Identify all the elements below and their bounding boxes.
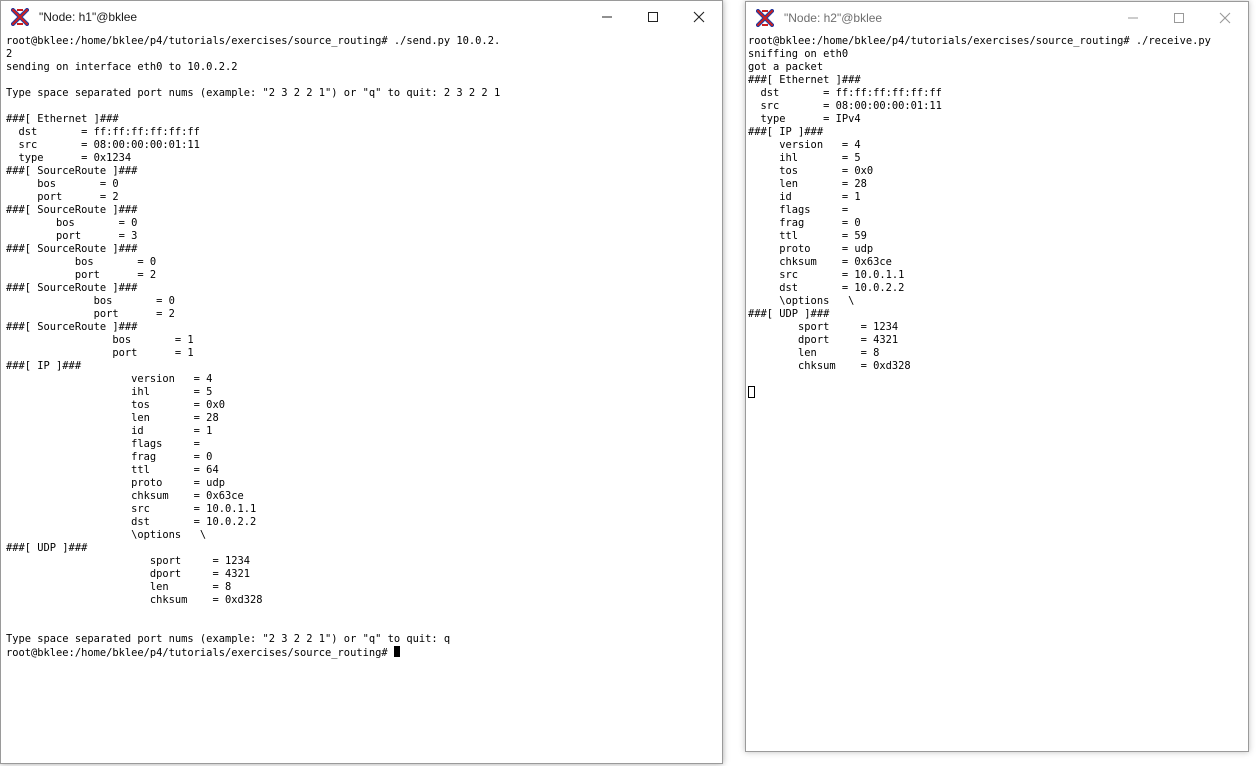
- terminal-line: chksum = 0x63ce: [748, 256, 892, 268]
- terminal-line: bos = 0: [6, 256, 157, 268]
- text-cursor: [748, 386, 755, 398]
- terminal-line: dport = 4321: [748, 334, 899, 346]
- window-controls: [584, 1, 722, 32]
- terminal-line: ihl = 5: [748, 152, 861, 164]
- terminal-line: ###[ SourceRoute ]###: [6, 282, 138, 294]
- terminal-line: root@bklee:/home/bklee/p4/tutorials/exer…: [6, 35, 501, 47]
- terminal-line: ###[ Ethernet ]###: [748, 74, 861, 86]
- terminal-line: port = 2: [6, 308, 175, 320]
- window-title: "Node: h2"@bklee: [784, 10, 883, 25]
- terminal-line: ###[ IP ]###: [6, 360, 82, 372]
- minimize-icon[interactable]: [1110, 2, 1156, 33]
- terminal-line: src = 10.0.1.1: [748, 269, 905, 281]
- terminal-line: got a packet: [748, 61, 824, 73]
- terminal-line: port = 2: [6, 191, 119, 203]
- text-cursor: [393, 646, 400, 657]
- terminal-line: proto = udp: [748, 243, 874, 255]
- terminal-output-h1[interactable]: root@bklee:/home/bklee/p4/tutorials/exer…: [6, 35, 720, 761]
- terminal-output-h2[interactable]: root@bklee:/home/bklee/p4/tutorials/exer…: [748, 35, 1246, 749]
- terminal-window-h1[interactable]: "Node: h1"@bklee root@bklee:/home/bklee/…: [0, 0, 723, 764]
- terminal-line: ttl = 59: [748, 230, 867, 242]
- window-controls: [1110, 2, 1248, 33]
- terminal-line: src = 08:00:00:00:01:11: [6, 139, 200, 151]
- terminal-line: len = 8: [6, 581, 232, 593]
- terminal-line: flags =: [6, 438, 200, 450]
- close-icon[interactable]: [676, 1, 722, 32]
- terminal-line: len = 8: [748, 347, 880, 359]
- terminal-line: dst = ff:ff:ff:ff:ff:ff: [748, 87, 942, 99]
- titlebar-h2[interactable]: "Node: h2"@bklee: [746, 2, 1248, 33]
- terminal-line: frag = 0: [748, 217, 861, 229]
- terminal-line: ###[ UDP ]###: [6, 542, 88, 554]
- terminal-line: bos = 1: [6, 334, 194, 346]
- terminal-line: bos = 0: [6, 295, 175, 307]
- terminal-line: len = 28: [6, 412, 219, 424]
- terminal-line: proto = udp: [6, 477, 225, 489]
- terminal-line: sniffing on eth0: [748, 48, 849, 60]
- terminal-line: version = 4: [6, 373, 213, 385]
- terminal-line: ihl = 5: [6, 386, 213, 398]
- titlebar-h1[interactable]: "Node: h1"@bklee: [1, 1, 722, 32]
- terminal-line: ###[ Ethernet ]###: [6, 113, 119, 125]
- terminal-line: ###[ IP ]###: [748, 126, 824, 138]
- terminal-line: tos = 0x0: [748, 165, 874, 177]
- terminal-line: len = 28: [748, 178, 867, 190]
- prompt-text: root@bklee:/home/bklee/p4/tutorials/exer…: [6, 647, 394, 659]
- terminal-line: chksum = 0x63ce: [6, 490, 244, 502]
- terminal-line: dst = ff:ff:ff:ff:ff:ff: [6, 126, 200, 138]
- terminal-line: chksum = 0xd328: [748, 360, 911, 372]
- terminal-line: ###[ SourceRoute ]###: [6, 321, 138, 333]
- terminal-line: frag = 0: [6, 451, 213, 463]
- terminal-line: port = 2: [6, 269, 157, 281]
- terminal-line: ttl = 64: [6, 464, 219, 476]
- terminal-line: \options \: [748, 295, 855, 307]
- terminal-line: type = 0x1234: [6, 152, 132, 164]
- terminal-line: ###[ SourceRoute ]###: [6, 204, 138, 216]
- xterm-icon: [755, 8, 775, 28]
- terminal-line: root@bklee:/home/bklee/p4/tutorials/exer…: [748, 35, 1211, 47]
- terminal-line: Type space separated port nums (example:…: [6, 87, 501, 99]
- terminal-line: 2: [6, 48, 13, 60]
- terminal-line: id = 1: [6, 425, 213, 437]
- terminal-line: Type space separated port nums (example:…: [6, 633, 451, 645]
- terminal-line: ###[ SourceRoute ]###: [6, 165, 138, 177]
- terminal-line: tos = 0x0: [6, 399, 225, 411]
- terminal-line: bos = 0: [6, 217, 138, 229]
- close-icon[interactable]: [1202, 2, 1248, 33]
- terminal-line: sport = 1234: [6, 555, 250, 567]
- terminal-line: flags =: [748, 204, 849, 216]
- terminal-line: \options \: [6, 529, 207, 541]
- terminal-line: src = 08:00:00:00:01:11: [748, 100, 942, 112]
- terminal-line: port = 1: [6, 347, 194, 359]
- terminal-line: dst = 10.0.2.2: [748, 282, 905, 294]
- terminal-line: dst = 10.0.2.2: [6, 516, 257, 528]
- terminal-line: version = 4: [748, 139, 861, 151]
- terminal-line: bos = 0: [6, 178, 119, 190]
- xterm-icon: [10, 7, 30, 27]
- terminal-line: ###[ UDP ]###: [748, 308, 830, 320]
- terminal-window-h2[interactable]: "Node: h2"@bklee root@bklee:/home/bklee/…: [745, 1, 1249, 752]
- cursor-line[interactable]: [748, 386, 1246, 399]
- minimize-icon[interactable]: [584, 1, 630, 32]
- terminal-line: ###[ SourceRoute ]###: [6, 243, 138, 255]
- maximize-icon[interactable]: [1156, 2, 1202, 33]
- terminal-line: src = 10.0.1.1: [6, 503, 257, 515]
- prompt-line[interactable]: root@bklee:/home/bklee/p4/tutorials/exer…: [6, 646, 720, 659]
- maximize-icon[interactable]: [630, 1, 676, 32]
- terminal-line: chksum = 0xd328: [6, 594, 263, 606]
- terminal-line: id = 1: [748, 191, 861, 203]
- terminal-line: port = 3: [6, 230, 138, 242]
- terminal-line: sending on interface eth0 to 10.0.2.2: [6, 61, 238, 73]
- terminal-line: type = IPv4: [748, 113, 861, 125]
- window-title: "Node: h1"@bklee: [39, 9, 138, 24]
- terminal-line: dport = 4321: [6, 568, 250, 580]
- terminal-line: sport = 1234: [748, 321, 899, 333]
